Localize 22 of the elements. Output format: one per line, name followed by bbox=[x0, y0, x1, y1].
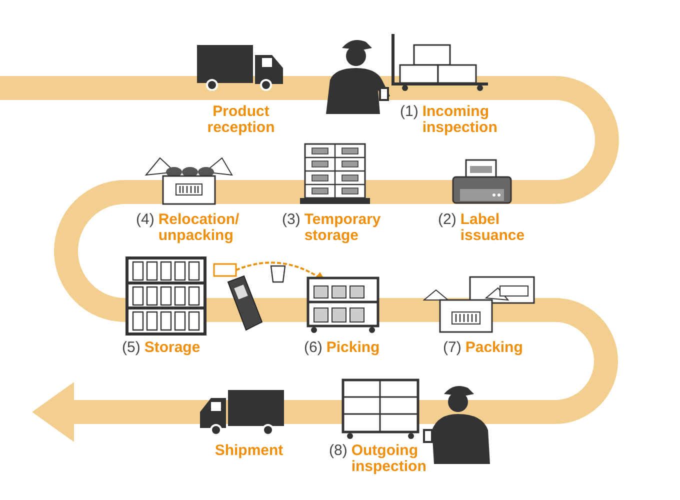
step-label: Packing bbox=[465, 340, 524, 356]
step-label: Picking bbox=[326, 340, 381, 356]
printer-drawing bbox=[452, 159, 512, 204]
step-label: Label issuance bbox=[460, 212, 526, 244]
step-number: (5) bbox=[122, 340, 140, 356]
step-label: Temporary storage bbox=[304, 212, 382, 244]
step-label: Relocation/ unpacking bbox=[158, 212, 238, 244]
step-label: Storage bbox=[144, 340, 202, 356]
step-number: (1) bbox=[400, 104, 418, 120]
cup-drawing bbox=[270, 265, 286, 283]
step-label: Outgoing inspection bbox=[351, 443, 428, 475]
pallet-stack-drawing bbox=[300, 143, 370, 204]
step-number: (7) bbox=[443, 340, 462, 356]
step-label: Shipment bbox=[214, 443, 284, 459]
step-number: (4) bbox=[136, 212, 154, 228]
step-number: (8) bbox=[329, 443, 348, 459]
step-label: Product reception bbox=[206, 104, 276, 136]
step-number: (2) bbox=[438, 212, 456, 228]
step-number: (6) bbox=[304, 340, 322, 356]
step-label: Incoming inspection bbox=[422, 104, 498, 136]
step-number: (3) bbox=[282, 212, 300, 228]
scanner-drawing bbox=[227, 275, 263, 331]
